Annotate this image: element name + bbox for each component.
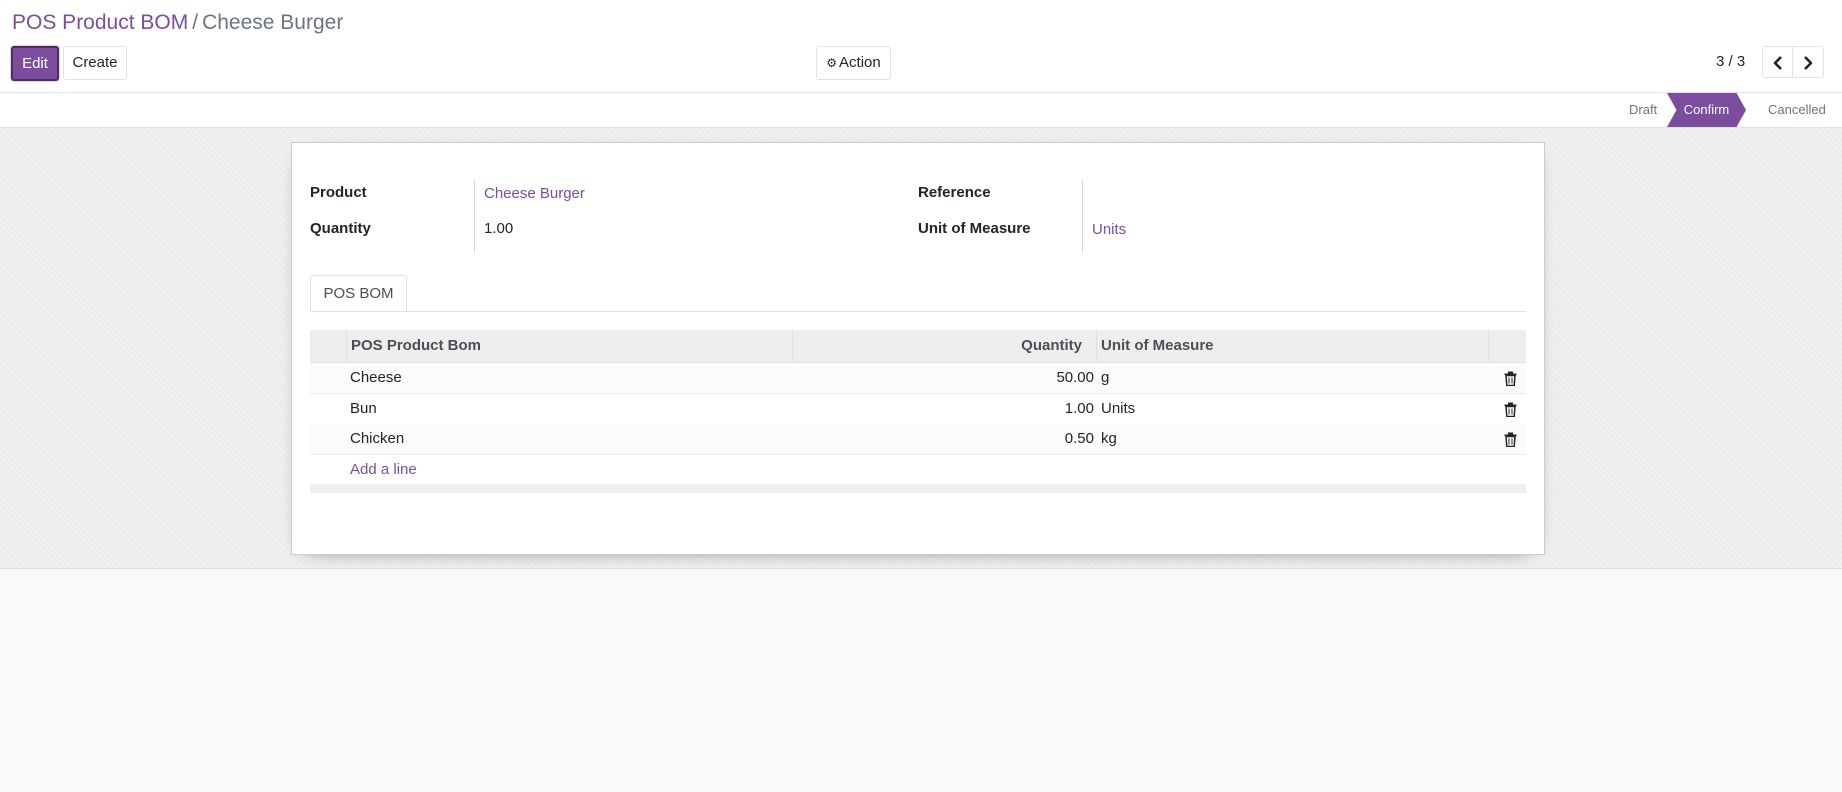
pager-value[interactable]: 3 / 3 bbox=[1716, 53, 1745, 71]
create-button[interactable]: Create bbox=[63, 46, 127, 80]
control-panel: POS Product BOM / Cheese Burger Edit Creat… bbox=[0, 0, 1842, 93]
column-header-product[interactable]: POS Product Bom bbox=[351, 330, 481, 362]
row-uom[interactable]: g bbox=[1101, 363, 1109, 393]
tab-pos-bom[interactable]: POS BOM bbox=[310, 275, 407, 312]
action-label: Action bbox=[839, 54, 881, 71]
column-header-quantity[interactable]: Quantity bbox=[972, 330, 1082, 362]
column-separator bbox=[1488, 330, 1489, 362]
trash-icon[interactable] bbox=[1504, 402, 1517, 417]
row-quantity[interactable]: 0.50 bbox=[974, 424, 1094, 454]
tab-underline bbox=[310, 311, 1526, 312]
row-quantity[interactable]: 1.00 bbox=[974, 394, 1094, 424]
gear-icon: ⚙ bbox=[826, 56, 838, 70]
breadcrumb-parent-link[interactable]: POS Product BOM bbox=[12, 11, 188, 34]
pager-next-button[interactable] bbox=[1792, 46, 1824, 78]
uom-label: Unit of Measure bbox=[918, 220, 1031, 237]
reference-label: Reference bbox=[918, 184, 991, 201]
breadcrumb-current: Cheese Burger bbox=[202, 11, 344, 34]
action-dropdown-button[interactable]: ⚙ Action bbox=[816, 46, 891, 80]
row-product[interactable]: Chicken bbox=[350, 424, 404, 454]
breadcrumb: POS Product BOM / Cheese Burger bbox=[12, 10, 343, 36]
field-separator-left bbox=[474, 180, 475, 253]
add-line-link[interactable]: Add a line bbox=[350, 460, 417, 480]
bom-list-header: POS Product Bom Quantity Unit of Measure bbox=[310, 330, 1526, 363]
status-bar: Draft Confirm Cancelled bbox=[0, 93, 1842, 128]
row-uom[interactable]: Units bbox=[1101, 394, 1135, 424]
column-header-uom[interactable]: Unit of Measure bbox=[1101, 330, 1214, 362]
stage-cancelled[interactable]: Cancelled bbox=[1768, 93, 1826, 127]
field-separator-right bbox=[1082, 180, 1083, 253]
form-sheet: Product Quantity Cheese Burger 1.00 Refe… bbox=[291, 142, 1545, 555]
stage-confirm[interactable]: Confirm bbox=[1667, 93, 1746, 127]
pager-previous-button[interactable] bbox=[1762, 46, 1793, 78]
stage-draft[interactable]: Draft bbox=[1629, 93, 1657, 127]
chevron-left-icon bbox=[1773, 56, 1782, 70]
edit-button[interactable]: Edit bbox=[11, 46, 59, 81]
bom-list-footer bbox=[310, 484, 1526, 493]
chevron-right-icon bbox=[1804, 56, 1813, 70]
trash-icon[interactable] bbox=[1504, 371, 1517, 386]
breadcrumb-separator: / bbox=[192, 11, 199, 34]
table-row[interactable]: Bun 1.00 Units bbox=[310, 394, 1526, 425]
product-value-link[interactable]: Cheese Burger bbox=[484, 185, 585, 202]
row-quantity[interactable]: 50.00 bbox=[974, 363, 1094, 393]
column-separator bbox=[1096, 330, 1097, 362]
trash-icon[interactable] bbox=[1504, 432, 1517, 447]
table-row[interactable]: Chicken 0.50 kg bbox=[310, 424, 1526, 455]
table-row[interactable]: Cheese 50.00 g bbox=[310, 363, 1526, 394]
product-label: Product bbox=[310, 184, 367, 201]
uom-value-link[interactable]: Units bbox=[1092, 221, 1126, 238]
column-separator bbox=[792, 330, 793, 362]
row-product[interactable]: Cheese bbox=[350, 363, 402, 393]
quantity-value: 1.00 bbox=[484, 220, 514, 237]
row-product[interactable]: Bun bbox=[350, 394, 377, 424]
row-uom[interactable]: kg bbox=[1101, 424, 1117, 454]
quantity-label: Quantity bbox=[310, 220, 371, 237]
column-separator bbox=[346, 330, 347, 362]
